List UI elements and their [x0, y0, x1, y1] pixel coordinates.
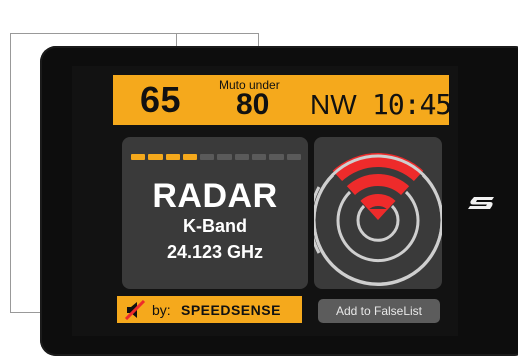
signal-strength-segment — [217, 154, 232, 160]
callout-line-left-vertical — [10, 33, 11, 312]
mute-speaker-icon[interactable] — [124, 299, 146, 321]
signal-strength-segment — [131, 154, 146, 160]
radar-rings-icon — [314, 153, 442, 287]
signal-strength-segment — [165, 154, 180, 160]
credit-prefix: by: — [152, 302, 171, 318]
callout-line-top — [10, 33, 258, 34]
signal-strength-segment — [252, 154, 267, 160]
mute-under-value[interactable]: 80 — [236, 88, 269, 122]
alert-type: RADAR — [152, 177, 278, 215]
signal-strength-segment — [269, 154, 284, 160]
credit-brand: SPEEDSENSE — [181, 302, 281, 318]
alert-frequency: 24.123 GHz — [166, 242, 264, 262]
signal-strength-segment — [234, 154, 250, 160]
brand-s-logo-icon — [466, 196, 496, 215]
signal-strength-meter — [131, 154, 301, 160]
signal-strength-segment — [182, 154, 198, 160]
current-speed: 65 — [140, 79, 182, 120]
clock: 10:45 — [372, 88, 452, 121]
alert-band: K-Band — [183, 216, 247, 236]
compass-heading: NW — [310, 89, 357, 120]
signal-strength-segment — [286, 154, 301, 160]
radar-graphic-panel — [314, 137, 442, 289]
signal-strength-segment — [200, 154, 215, 160]
add-to-falselist-button[interactable]: Add to FalseList — [318, 299, 440, 323]
signal-strength-segment — [148, 154, 163, 160]
